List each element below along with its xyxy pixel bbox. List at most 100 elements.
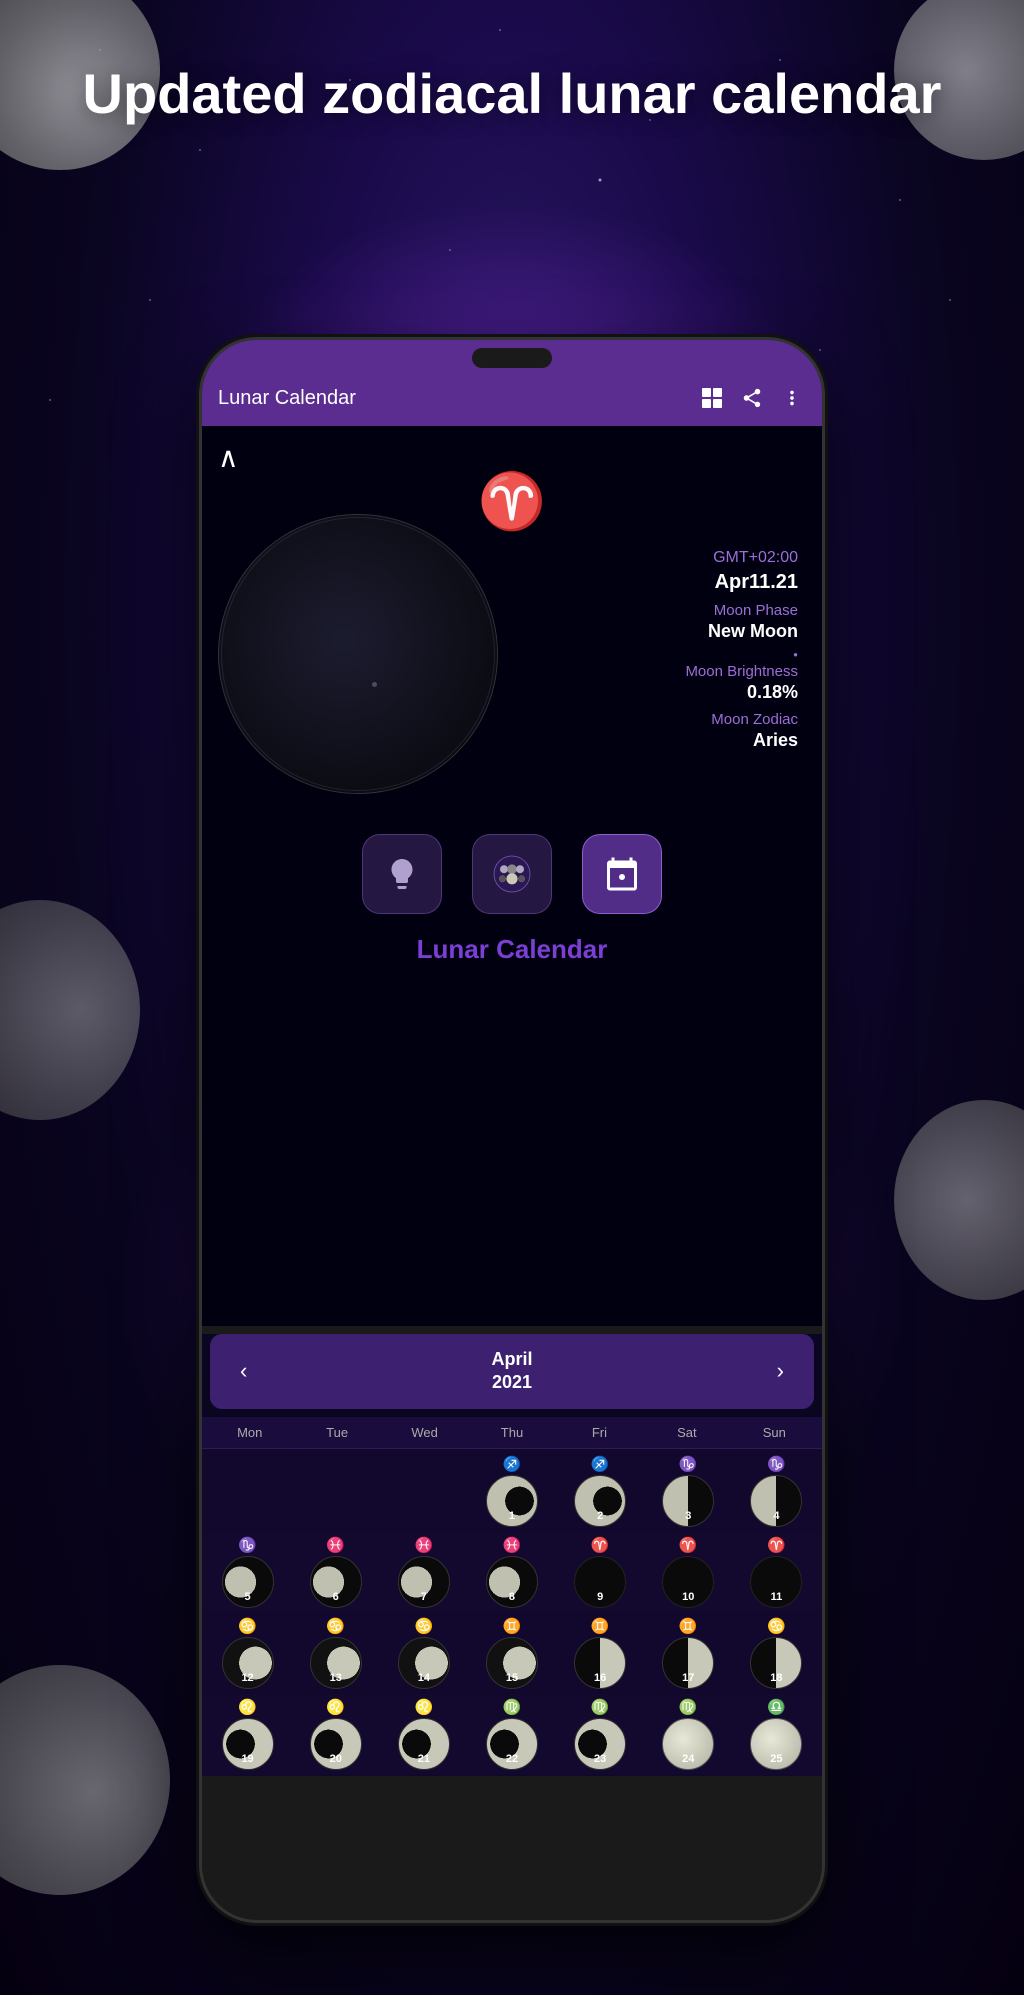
moon-phase-circle: 3 — [662, 1475, 714, 1527]
calendar-cell[interactable]: ♎25 — [733, 1694, 820, 1774]
calendar-cell[interactable]: ♊ 17 — [645, 1613, 732, 1693]
zodiac-symbol: ♈ — [767, 1536, 786, 1554]
grid-icon — [702, 388, 722, 408]
zodiac-symbol: ♌ — [415, 1698, 434, 1716]
moon-phase-circle: 19 — [222, 1718, 274, 1770]
calendar-cell[interactable]: ♊ 15 — [468, 1613, 555, 1693]
app-title: Lunar Calendar — [218, 387, 686, 410]
day-number: 15 — [506, 1672, 518, 1684]
day-header-sat: Sat — [643, 1425, 730, 1440]
zodiac-symbol: ♓ — [503, 1536, 522, 1554]
moon-phase-circle: 11 — [750, 1556, 802, 1608]
zodiac-symbol: ♊ — [591, 1617, 610, 1635]
calendar-cell[interactable]: ♐2 — [557, 1451, 644, 1531]
zodiac-symbol: ♑ — [238, 1536, 257, 1554]
date-display: Apr11.21 — [508, 571, 798, 594]
moon-phases-button[interactable] — [472, 834, 552, 914]
zodiac-symbol: ♐ — [503, 1455, 522, 1473]
share-button[interactable] — [738, 384, 766, 412]
calendar-cell[interactable]: ♌21 — [380, 1694, 467, 1774]
day-number: 10 — [682, 1591, 694, 1603]
moon-phase-circle: 12 — [222, 1637, 274, 1689]
day-headers: Mon Tue Wed Thu Fri Sat Sun — [202, 1417, 822, 1449]
moon-phase-circle: 18 — [750, 1637, 802, 1689]
calendar-cell — [380, 1451, 467, 1531]
calendar-cell[interactable]: ♈10 — [645, 1532, 732, 1612]
day-header-tue: Tue — [293, 1425, 380, 1440]
zodiac-symbol: ♍ — [503, 1698, 522, 1716]
calendar-cell[interactable]: ♍ 22 — [468, 1694, 555, 1774]
day-header-sun: Sun — [731, 1425, 818, 1440]
moon-phase-circle: 22 — [486, 1718, 538, 1770]
zodiac-value: Aries — [508, 730, 798, 751]
zodiac-symbol: ♑ — [679, 1455, 698, 1473]
month-navigation: ‹ April 2021 › — [210, 1334, 814, 1409]
prev-month-button[interactable]: ‹ — [230, 1358, 257, 1384]
zodiac-symbol: ♈ — [591, 1536, 610, 1554]
moon-phase-circle: 1 — [486, 1475, 538, 1527]
grid-view-button[interactable] — [698, 384, 726, 412]
calendar-cell[interactable]: ♊ 16 — [557, 1613, 644, 1693]
day-number: 11 — [771, 1591, 783, 1603]
calendar-cell[interactable]: ♋14 — [380, 1613, 467, 1693]
zodiac-symbol: ♋ — [326, 1617, 345, 1635]
zodiac-symbol: ♑ — [767, 1455, 786, 1473]
calendar-cell[interactable]: ♈9 — [557, 1532, 644, 1612]
calendar-cell[interactable]: ♍24 — [645, 1694, 732, 1774]
day-header-mon: Mon — [206, 1425, 293, 1440]
day-number: 23 — [594, 1753, 606, 1765]
calendar-cell[interactable]: ♐1 — [468, 1451, 555, 1531]
share-icon — [741, 387, 763, 409]
tip-button[interactable] — [362, 834, 442, 914]
calendar-cell[interactable]: ♋ 12 — [204, 1613, 291, 1693]
zodiac-symbol: ♌ — [326, 1698, 345, 1716]
moon-phases-icon — [492, 854, 532, 894]
moon-circle — [218, 514, 498, 794]
moon-phase-circle: 2 — [574, 1475, 626, 1527]
zodiac-symbol: ♋ — [238, 1617, 257, 1635]
moon-phase-circle: 13 — [310, 1637, 362, 1689]
calendar-cell[interactable]: ♋ 18 — [733, 1613, 820, 1693]
zodiac-symbol: ♊ — [503, 1617, 522, 1635]
moon-phase-circle: 23 — [574, 1718, 626, 1770]
moon-info-panel: GMT+02:00 Apr11.21 Moon Phase New Moon ●… — [508, 549, 806, 759]
zodiac-symbol: ♋ — [767, 1617, 786, 1635]
moon-phase-circle: 7 — [398, 1556, 450, 1608]
phase-value: New Moon — [508, 621, 798, 642]
calendar-cell[interactable]: ♑4 — [733, 1451, 820, 1531]
day-number: 13 — [330, 1672, 342, 1684]
action-buttons-row — [202, 804, 822, 924]
zodiac-symbol: ♊ — [679, 1617, 698, 1635]
calendar-cell[interactable]: ♍23 — [557, 1694, 644, 1774]
day-number: 16 — [594, 1672, 606, 1684]
more-options-button[interactable] — [778, 384, 806, 412]
day-number: 4 — [773, 1510, 779, 1522]
day-number: 5 — [245, 1591, 251, 1603]
calendar-cell[interactable]: ♌19 — [204, 1694, 291, 1774]
app-bar: Lunar Calendar — [202, 370, 822, 426]
zodiac-label: Moon Zodiac — [508, 711, 798, 728]
moon-phase-visual — [218, 514, 498, 794]
next-month-button[interactable]: › — [767, 1358, 794, 1384]
calendar-cell[interactable]: ♓7 — [380, 1532, 467, 1612]
moon-phase-circle: 10 — [662, 1556, 714, 1608]
calendar-cell[interactable]: ♓6 — [292, 1532, 379, 1612]
calendar-cell[interactable]: ♌20 — [292, 1694, 379, 1774]
calendar-cell[interactable]: ♋ 13 — [292, 1613, 379, 1693]
moon-phase-circle: 4 — [750, 1475, 802, 1527]
moon-phase-circle: 17 — [662, 1637, 714, 1689]
moon-phase-circle: 24 — [662, 1718, 714, 1770]
day-header-fri: Fri — [556, 1425, 643, 1440]
calendar-cell[interactable]: ♑3 — [645, 1451, 732, 1531]
calendar-cell[interactable]: ♈ 11 — [733, 1532, 820, 1612]
calendar-button[interactable] — [582, 834, 662, 914]
moon-phase-circle: 15 — [486, 1637, 538, 1689]
brightness-label: Moon Brightness — [508, 663, 798, 680]
moon-phase-circle: 14 — [398, 1637, 450, 1689]
calendar-cell[interactable]: ♑5 — [204, 1532, 291, 1612]
day-number: 8 — [509, 1591, 515, 1603]
calendar-cell — [204, 1451, 291, 1531]
day-number: 3 — [685, 1510, 691, 1522]
calendar-cell[interactable]: ♓8 — [468, 1532, 555, 1612]
day-number: 14 — [418, 1672, 430, 1684]
